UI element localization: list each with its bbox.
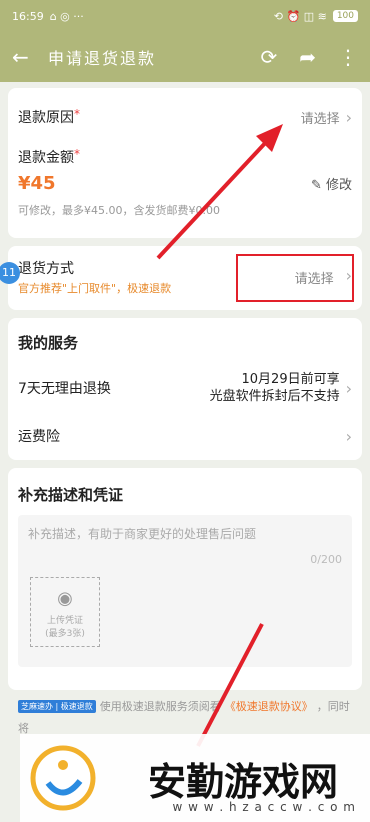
refund-amount-hint: 可修改，最多¥45.00，含发货邮费¥0.00 [18,204,220,217]
battery-icon: 100 [332,10,358,22]
refund-reason-value: 请选择 [300,111,340,127]
return-method-card[interactable]: 退货方式 请选择 › 官方推荐"上门取件"，极速退款 [8,246,362,310]
agreement-line: 芝麻速办 | 极速退款 使用极速退款服务须阅看 《极速退款协议》 ，同时 [8,698,362,714]
refund-reason-label: 退款原因* [18,107,80,126]
refund-amount-label-row: 退款金额* [8,146,362,168]
status-notification-icons: ⌂ ◎ ··· [49,9,84,23]
service-value: 10月29日前可享 光盘软件拆封后不支持 [209,372,340,404]
main-content: 退款原因* 请选择 › 退款金额* ¥45 ✎ 修改 可修改，最多¥45.00，… [0,82,370,736]
watermark-text: 安勤游戏网 [148,759,339,804]
more-icon[interactable]: ⋮ [338,45,358,69]
description-placeholder: 补充描述，有助于商家更好的处理售后问题 [28,527,257,541]
return-method-label: 退货方式 [18,261,74,277]
status-bar: 16:59 ⌂ ◎ ··· ⟲ ⏰ ◫ ≋ 100 [0,0,370,32]
watermark-url: w w w . h z a c c w . c o m [172,800,356,814]
service-item-return[interactable]: 7天无理由退换 10月29日前可享 光盘软件拆封后不支持 › [8,363,362,413]
status-time: 16:59 [12,9,44,23]
service-label: 7天无理由退换 [18,381,111,397]
pencil-icon: ✎ [310,177,322,193]
refund-card: 退款原因* 请选择 › 退款金额* ¥45 ✎ 修改 可修改，最多¥45.00，… [8,88,362,238]
site-logo-icon [30,745,96,811]
watermark-banner: 安勤游戏网 w w w . h z a c c w . c o m [20,734,370,822]
status-system-icons: ⟲ ⏰ ◫ ≋ [273,9,327,23]
chevron-right-icon: › [345,378,352,398]
highlight-box [236,254,354,302]
refund-reason-row[interactable]: 退款原因* 请选择 › [8,88,362,146]
fast-refund-tag: 芝麻速办 | 极速退款 [18,699,96,713]
service-label: 运费险 [18,429,60,445]
chevron-right-icon: › [345,426,352,446]
upload-evidence-button[interactable]: ◉ 上传凭证 (最多3张) [30,577,100,647]
service-item-insurance[interactable]: 运费险 › [8,413,362,459]
refund-amount-row: ¥45 ✎ 修改 [8,168,362,198]
page-title: 申请退货退款 [48,49,157,68]
evidence-title: 补充描述和凭证 [18,486,124,504]
agreement-text: 使用极速退款服务须阅看 [99,700,221,713]
agreement-suffix: ，同时 [316,700,350,713]
char-counter: 0/200 [310,553,342,566]
evidence-card: 补充描述和凭证 补充描述，有助于商家更好的处理售后问题 0/200 ◉ 上传凭证… [8,468,362,690]
camera-icon: ◉ [57,588,73,609]
refund-amount-value: ¥45 [18,172,56,194]
refresh-icon[interactable]: ⟳ [260,45,277,69]
agreement-link[interactable]: 《极速退款协议》 [225,698,313,714]
edit-amount-button[interactable]: ✎ 修改 [311,174,362,193]
chevron-right-icon: › [345,107,352,127]
refund-amount-label: 退款金额* [18,147,80,166]
description-textarea[interactable]: 补充描述，有助于商家更好的处理售后问题 0/200 ◉ 上传凭证 (最多3张) [18,515,352,667]
share-icon[interactable]: ➦ [299,45,316,69]
services-card: 我的服务 7天无理由退换 10月29日前可享 光盘软件拆封后不支持 › 运费险 … [8,318,362,460]
nav-bar: ← 申请退货退款 ⟳ ➦ ⋮ [0,32,370,82]
back-arrow-icon[interactable]: ← [12,45,42,69]
services-title: 我的服务 [18,334,79,352]
